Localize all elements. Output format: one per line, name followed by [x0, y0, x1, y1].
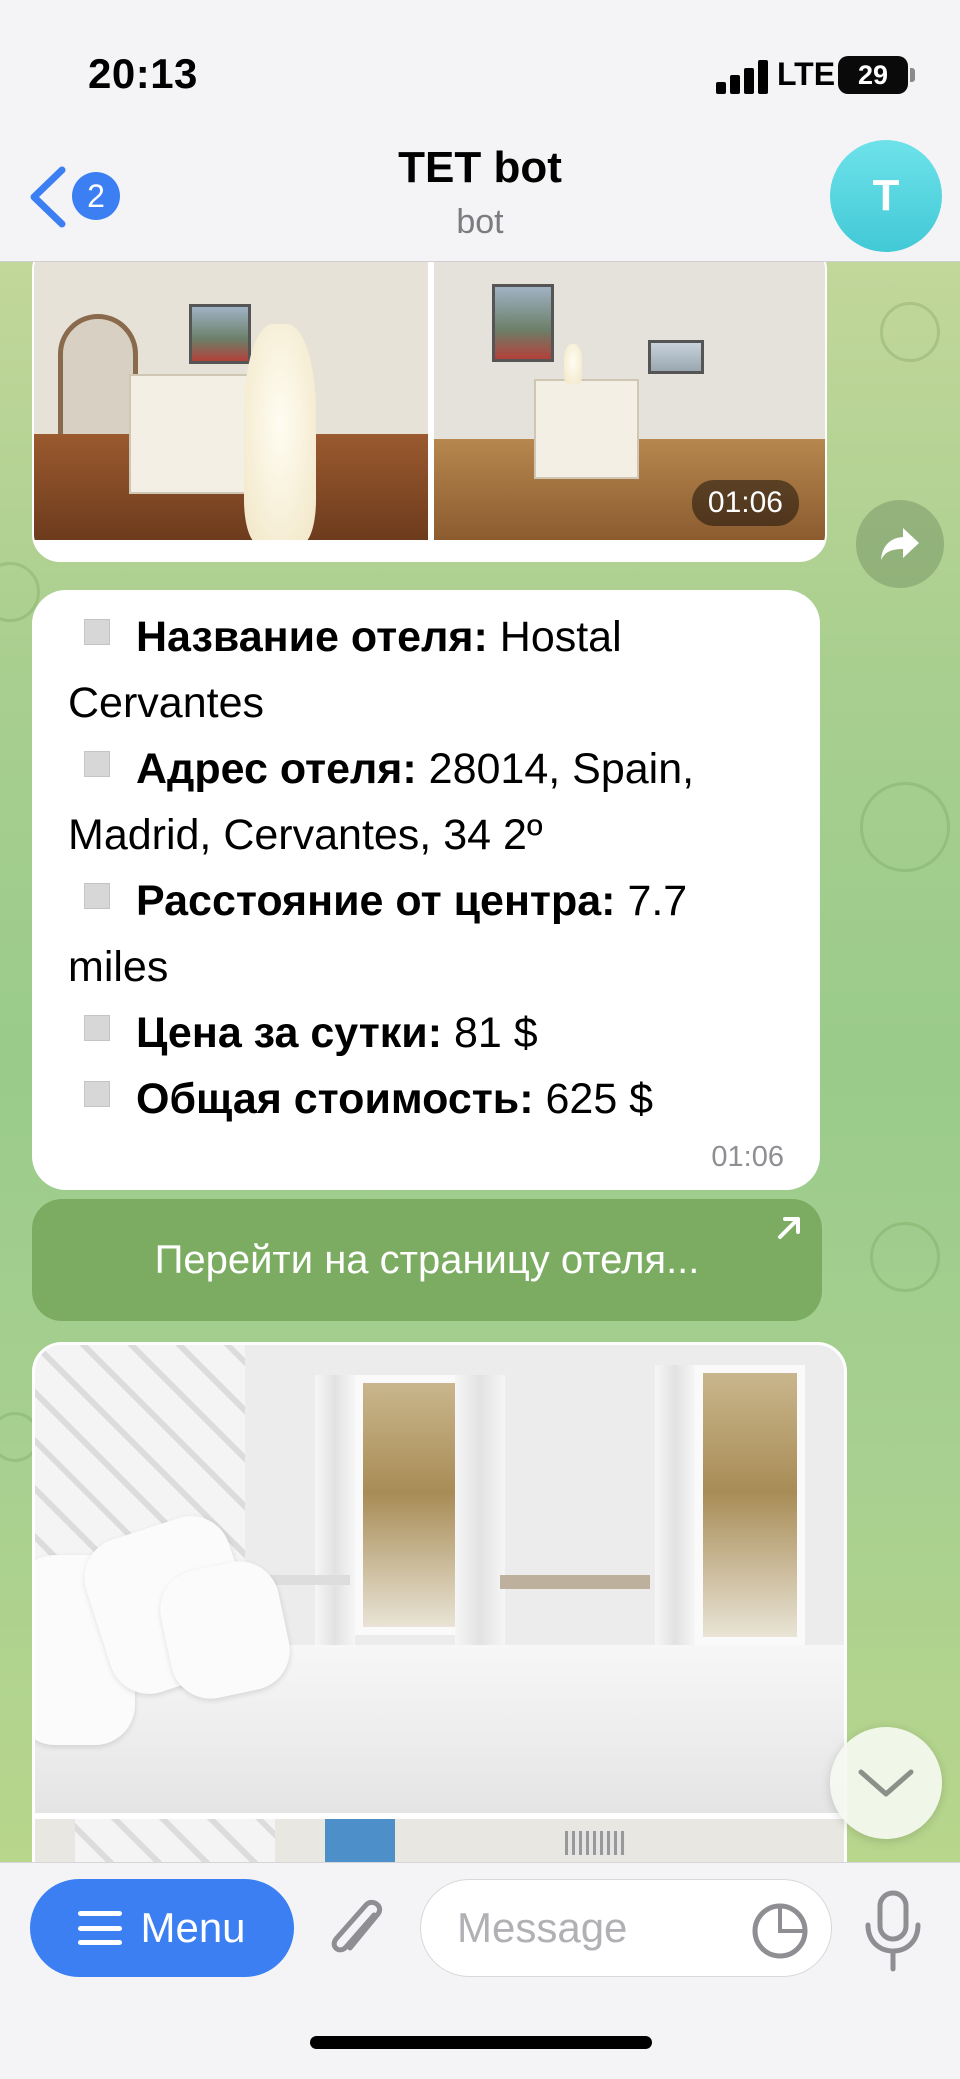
battery-icon: 29 [838, 56, 908, 94]
bullet-icon [84, 1081, 110, 1107]
attach-icon[interactable] [322, 1893, 392, 1969]
sticker-icon[interactable] [751, 1902, 809, 1960]
wallpaper-doodle [860, 782, 950, 872]
hotel-price-label: Цена за сутки: [136, 1009, 443, 1057]
menu-button[interactable]: Menu [30, 1879, 294, 1977]
wallpaper-doodle [870, 1222, 940, 1292]
bot-avatar[interactable]: T [830, 140, 942, 252]
bullet-icon [84, 751, 110, 777]
message-input[interactable] [457, 1880, 717, 1976]
hotel-photo-second[interactable] [35, 1819, 844, 1862]
hotel-photo-bedroom[interactable] [35, 1345, 844, 1813]
hotel-page-button[interactable]: Перейти на страницу отеля... [32, 1199, 822, 1321]
hotel-total-value: 625 $ [533, 1075, 654, 1123]
battery-tip [910, 68, 915, 82]
chat-header: 20:13 LTE 29 2 TET bot bot T [0, 0, 960, 262]
share-icon [881, 528, 919, 560]
hotel-page-button-label: Перейти на страницу отеля... [154, 1237, 700, 1282]
signal-icon [716, 60, 768, 94]
chat-title[interactable]: TET bot [0, 143, 960, 193]
hamburger-icon [78, 1911, 123, 1945]
bullet-icon [84, 619, 110, 645]
hotel-address-label: Адрес отеля: [136, 745, 417, 793]
microphone-icon[interactable] [862, 1889, 924, 1973]
hotel-total-label: Общая стоимость: [136, 1075, 534, 1123]
menu-button-label: Menu [140, 1904, 246, 1951]
external-link-icon [778, 1217, 800, 1239]
bullet-icon [84, 1015, 110, 1041]
message-field[interactable] [420, 1879, 832, 1977]
media-time: 01:06 [691, 480, 799, 526]
photo-album-bottom[interactable] [32, 1342, 847, 1862]
message-time: 01:06 [711, 1141, 784, 1173]
hotel-info-message[interactable]: Название отеля: Hostal Cervantes Адрес о… [32, 590, 820, 1190]
scroll-down-icon [858, 1769, 914, 1797]
network-type: LTE [777, 56, 836, 92]
hotel-name-label: Название отеля: [136, 613, 488, 661]
hotel-name-line: Название отеля: Hostal Cervantes [68, 604, 796, 736]
hotel-photo-reception[interactable] [34, 262, 428, 540]
hotel-photo-lobby[interactable]: 01:06 [434, 262, 825, 540]
scroll-to-bottom-button[interactable] [830, 1727, 942, 1839]
status-time: 20:13 [88, 50, 198, 97]
hotel-price-value: 81 $ [442, 1009, 538, 1057]
wallpaper-doodle [880, 302, 940, 362]
home-indicator[interactable] [310, 2036, 652, 2049]
hotel-total-line: Общая стоимость: 625 $ [68, 1066, 796, 1132]
hotel-price-line: Цена за сутки: 81 $ [68, 1000, 796, 1066]
bullet-icon [84, 883, 110, 909]
hotel-distance-label: Расстояние от центра: [136, 877, 616, 925]
hotel-address-line: Адрес отеля: 28014, Spain, Madrid, Cerva… [68, 736, 796, 868]
chat-area[interactable]: 01:06 Название отеля: Hostal Cervantes А… [0, 262, 960, 1862]
chat-subtitle: bot [456, 203, 504, 241]
photo-album-top[interactable]: 01:06 [32, 262, 827, 562]
hotel-distance-line: Расстояние от центра: 7.7 miles [68, 868, 796, 1000]
forward-button[interactable] [856, 500, 944, 588]
